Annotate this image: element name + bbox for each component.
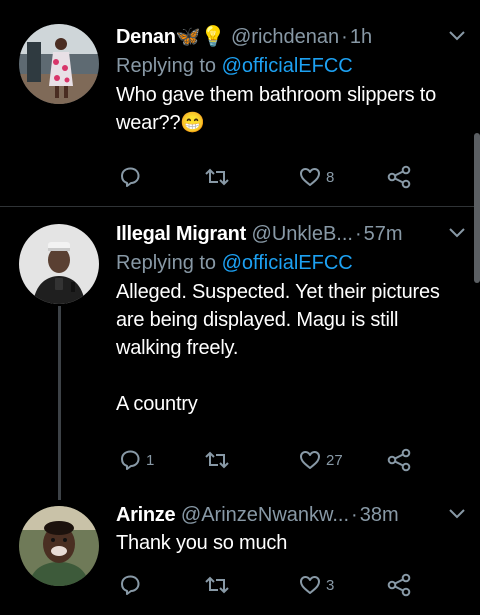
avatar-arinze[interactable] [19, 506, 99, 586]
tweet-actions: 8 [118, 164, 418, 190]
like-icon [300, 168, 320, 186]
scrollbar[interactable] [474, 133, 480, 283]
name-emojis: 🦋💡 [175, 26, 226, 48]
retweet-icon [205, 451, 229, 469]
avatar-illegal-migrant[interactable] [19, 224, 99, 304]
replying-to-link[interactable]: @officialEFCC [222, 252, 353, 274]
tweet-time: 57m [363, 223, 403, 245]
reply-button[interactable] [118, 572, 146, 598]
retweet-button[interactable] [204, 447, 234, 473]
tweet-illegal-migrant[interactable]: Illegal Migrant @UnkleB... · 57m Replying … [0, 207, 480, 500]
share-icon [387, 448, 411, 472]
author-handle[interactable]: @richdenan [231, 26, 339, 48]
share-button[interactable] [386, 164, 412, 190]
avatar-denan[interactable] [19, 24, 99, 104]
tweet-header: Denan🦋💡 @richdenan · 1h [116, 26, 373, 48]
reply-icon [121, 167, 140, 187]
reply-button[interactable]: 1 [118, 447, 154, 473]
tweet-actions: 3 [118, 572, 418, 598]
replying-to: Replying to @officialEFCC [116, 55, 353, 77]
like-button[interactable]: 8 [298, 164, 334, 190]
reply-icon [121, 575, 140, 595]
tweet-actions: 1 27 [118, 447, 418, 473]
tweet-arinze[interactable]: Arinze @ArinzeNwankw... · 38m Thank you so… [0, 497, 480, 615]
like-icon [300, 576, 320, 594]
tweet-header: Arinze @ArinzeNwankw... · 38m [116, 504, 399, 526]
replying-to: Replying to @officialEFCC [116, 252, 353, 274]
chevron-down-icon[interactable] [448, 227, 466, 239]
thread-line [58, 306, 61, 500]
share-button[interactable] [386, 572, 412, 598]
tweet-text: Who gave them bathroom slippers to wear?… [116, 84, 437, 134]
tweet-text: Alleged. Suspected. Yet their pictures a… [116, 281, 440, 415]
author-name[interactable]: Arinze [116, 504, 176, 526]
tweet-time: 1h [349, 26, 373, 48]
author-handle[interactable]: @ArinzeNwankw... [181, 504, 349, 526]
retweet-button[interactable] [204, 164, 234, 190]
retweet-icon [205, 576, 229, 594]
like-icon [300, 451, 320, 469]
author-handle[interactable]: @UnkleB... [252, 223, 353, 245]
share-icon [387, 573, 411, 597]
retweet-button[interactable] [204, 572, 234, 598]
author-name[interactable]: Illegal Migrant [116, 223, 246, 245]
tweet-text: Thank you so much [116, 532, 288, 554]
replying-to-link[interactable]: @officialEFCC [222, 55, 353, 77]
retweet-icon [205, 168, 229, 186]
author-name[interactable]: Denan [116, 26, 176, 48]
like-button[interactable]: 27 [298, 447, 343, 473]
like-button[interactable]: 3 [298, 572, 334, 598]
tweet-header: Illegal Migrant @UnkleB... · 57m [116, 223, 403, 245]
chevron-down-icon[interactable] [448, 30, 466, 42]
share-button[interactable] [386, 447, 412, 473]
tweet-time: 38m [359, 504, 399, 526]
chevron-down-icon[interactable] [448, 508, 466, 520]
reply-button[interactable] [118, 164, 146, 190]
reply-icon [121, 450, 140, 470]
share-icon [387, 165, 411, 189]
tweet-denan[interactable]: Denan🦋💡 @richdenan · 1h Replying to @offic… [0, 0, 480, 205]
